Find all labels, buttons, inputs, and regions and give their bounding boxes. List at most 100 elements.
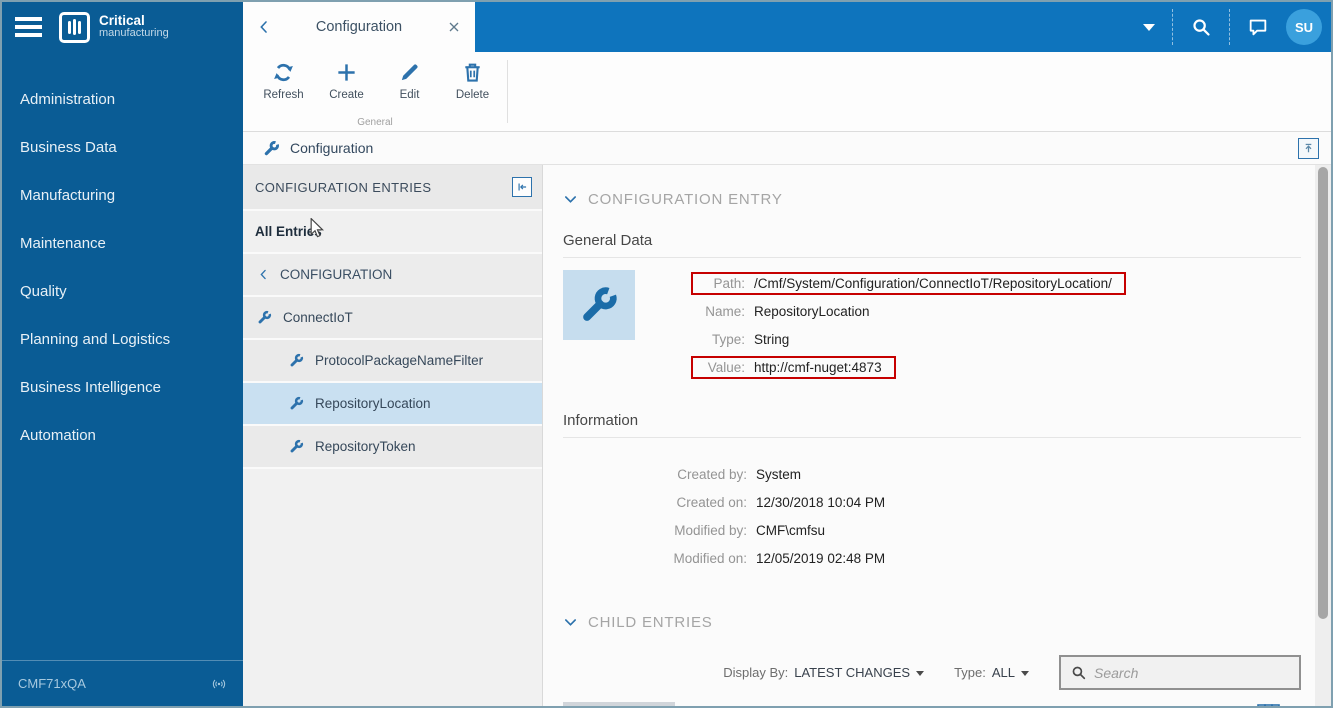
caret-down-icon (916, 670, 925, 676)
edit-label: Edit (399, 89, 420, 101)
child-entries-section-header[interactable]: CHILD ENTRIES (563, 614, 1301, 631)
brand-name: Critical manufacturing (99, 13, 169, 40)
detail-pane: CONFIGURATION ENTRY General Data Path: /… (543, 165, 1315, 706)
field-created-on: Created on: 12/30/2018 10:04 PM (563, 488, 1301, 516)
tab-close-icon[interactable] (446, 19, 462, 35)
refresh-button[interactable]: Refresh (252, 61, 315, 101)
modified-on-label: Modified on: (673, 550, 747, 566)
modified-by-label: Modified by: (674, 522, 747, 538)
search-input[interactable] (1094, 664, 1290, 681)
search-icon[interactable] (1190, 16, 1212, 38)
wrench-icon (289, 353, 304, 368)
tab-back-chevron-icon[interactable] (256, 19, 272, 35)
toolbar-group-label: General (357, 117, 393, 128)
plus-icon (335, 61, 358, 84)
caret-down-icon (1021, 670, 1029, 676)
field-created-by: Created by: System (563, 460, 1301, 488)
field-type: Type: String (699, 326, 1126, 352)
information-title: Information (563, 412, 639, 429)
vertical-scrollbar[interactable] (1315, 165, 1331, 706)
collapse-panel-button[interactable] (512, 177, 532, 197)
trash-icon (461, 61, 484, 84)
popout-button[interactable] (1298, 137, 1319, 159)
path-label: Path: (713, 275, 745, 291)
list-item-configuration-parent[interactable]: CONFIGURATION (243, 254, 542, 297)
configuration-parent-label: CONFIGURATION (280, 267, 393, 282)
tree-item-connectiot[interactable]: ConnectIoT (243, 297, 542, 340)
list-item-all-entries[interactable]: All Entries (243, 211, 542, 254)
field-name: Name: RepositoryLocation (699, 298, 1126, 324)
sidebar-item-business-data[interactable]: Business Data (2, 123, 243, 171)
sidebar-item-planning-logistics[interactable]: Planning and Logistics (2, 315, 243, 363)
tree-item-label: RepositoryToken (315, 439, 416, 454)
sidebar: Critical manufacturing Administration Bu… (2, 2, 243, 706)
app-window: Critical manufacturing Administration Bu… (0, 0, 1333, 708)
environment-footer: CMF71xQA (2, 660, 243, 706)
tree-item-protocolpackagenamefilter[interactable]: ProtocolPackageNameFilter (243, 340, 542, 383)
tree-item-label: ConnectIoT (283, 310, 353, 325)
chevron-down-icon (563, 615, 578, 630)
sidebar-nav: Administration Business Data Manufacturi… (2, 75, 243, 459)
refresh-icon (272, 61, 295, 84)
display-by-label: Display By: (723, 665, 789, 680)
section-title: CONFIGURATION ENTRY (588, 191, 783, 208)
sidebar-item-quality[interactable]: Quality (2, 267, 243, 315)
sidebar-item-administration[interactable]: Administration (2, 75, 243, 123)
field-modified-on: Modified on: 12/05/2019 02:48 PM (563, 544, 1301, 572)
type-dropdown[interactable]: Type: ALL (954, 665, 1029, 680)
tree-item-label: RepositoryLocation (315, 396, 431, 411)
chevron-down-icon (563, 192, 578, 207)
hamburger-menu-icon[interactable] (15, 13, 42, 41)
value-highlight-box: Value: http://cmf-nuget:4873 (691, 355, 896, 379)
brand-line1: Critical (99, 13, 145, 29)
delete-button[interactable]: Delete (441, 61, 504, 101)
entry-type-tile (563, 270, 635, 340)
created-by-label: Created by: (677, 466, 747, 482)
topbar-actions: SU (1143, 2, 1322, 52)
sidebar-item-business-intelligence[interactable]: Business Intelligence (2, 363, 243, 411)
general-data-title: General Data (563, 232, 653, 249)
breadcrumb: Configuration (243, 132, 1331, 165)
tab-title: Configuration (315, 19, 403, 35)
tabs-dropdown-caret-icon[interactable] (1143, 23, 1155, 31)
display-by-dropdown[interactable]: Display By: LATEST CHANGES (723, 665, 925, 680)
value-value: http://cmf-nuget:4873 (754, 359, 882, 375)
scrollbar-thumb[interactable] (1318, 167, 1328, 619)
collapse-left-icon (515, 180, 529, 194)
information-section: Information Created by: System Created o… (563, 412, 1301, 572)
created-on-value: 12/30/2018 10:04 PM (756, 494, 886, 510)
sidebar-item-automation[interactable]: Automation (2, 411, 243, 459)
path-highlight-box: Path: /Cmf/System/Configuration/ConnectI… (691, 271, 1126, 295)
page-title: Configuration (290, 140, 374, 156)
type-filter-value: ALL (991, 665, 1015, 680)
toolbar-divider (507, 60, 508, 123)
user-avatar[interactable]: SU (1286, 9, 1322, 45)
sidebar-item-maintenance[interactable]: Maintenance (2, 219, 243, 267)
name-value: RepositoryLocation (754, 303, 870, 319)
created-on-label: Created on: (676, 494, 747, 510)
delete-label: Delete (455, 89, 490, 101)
section-title: CHILD ENTRIES (588, 614, 713, 631)
sidebar-item-manufacturing[interactable]: Manufacturing (2, 171, 243, 219)
divider (563, 437, 1301, 438)
tab-configuration[interactable]: Configuration (243, 2, 475, 52)
create-button[interactable]: Create (315, 61, 378, 101)
field-modified-by: Modified by: CMF\cmfsu (563, 516, 1301, 544)
edit-button[interactable]: Edit (378, 61, 441, 101)
tree-item-repositorytoken[interactable]: RepositoryToken (243, 426, 542, 469)
general-data-section: General Data Path: /Cmf/System/Configura… (563, 232, 1301, 382)
partial-clipped-row (563, 702, 675, 706)
path-value: /Cmf/System/Configuration/ConnectIoT/Rep… (754, 275, 1112, 291)
grid-view-icon[interactable] (1257, 701, 1281, 706)
search-icon (1070, 664, 1087, 681)
child-entries-searchbox[interactable] (1059, 655, 1301, 690)
general-fields: Path: /Cmf/System/Configuration/ConnectI… (691, 270, 1126, 382)
pencil-icon (398, 61, 421, 84)
entries-panel-header: CONFIGURATION ENTRIES (243, 165, 542, 211)
divider (563, 257, 1301, 258)
field-path: Path: /Cmf/System/Configuration/ConnectI… (691, 270, 1126, 296)
chat-icon[interactable] (1247, 16, 1269, 38)
created-by-value: System (756, 466, 802, 482)
configuration-entry-section-header[interactable]: CONFIGURATION ENTRY (563, 191, 1301, 208)
tree-item-repositorylocation[interactable]: RepositoryLocation (243, 383, 542, 426)
